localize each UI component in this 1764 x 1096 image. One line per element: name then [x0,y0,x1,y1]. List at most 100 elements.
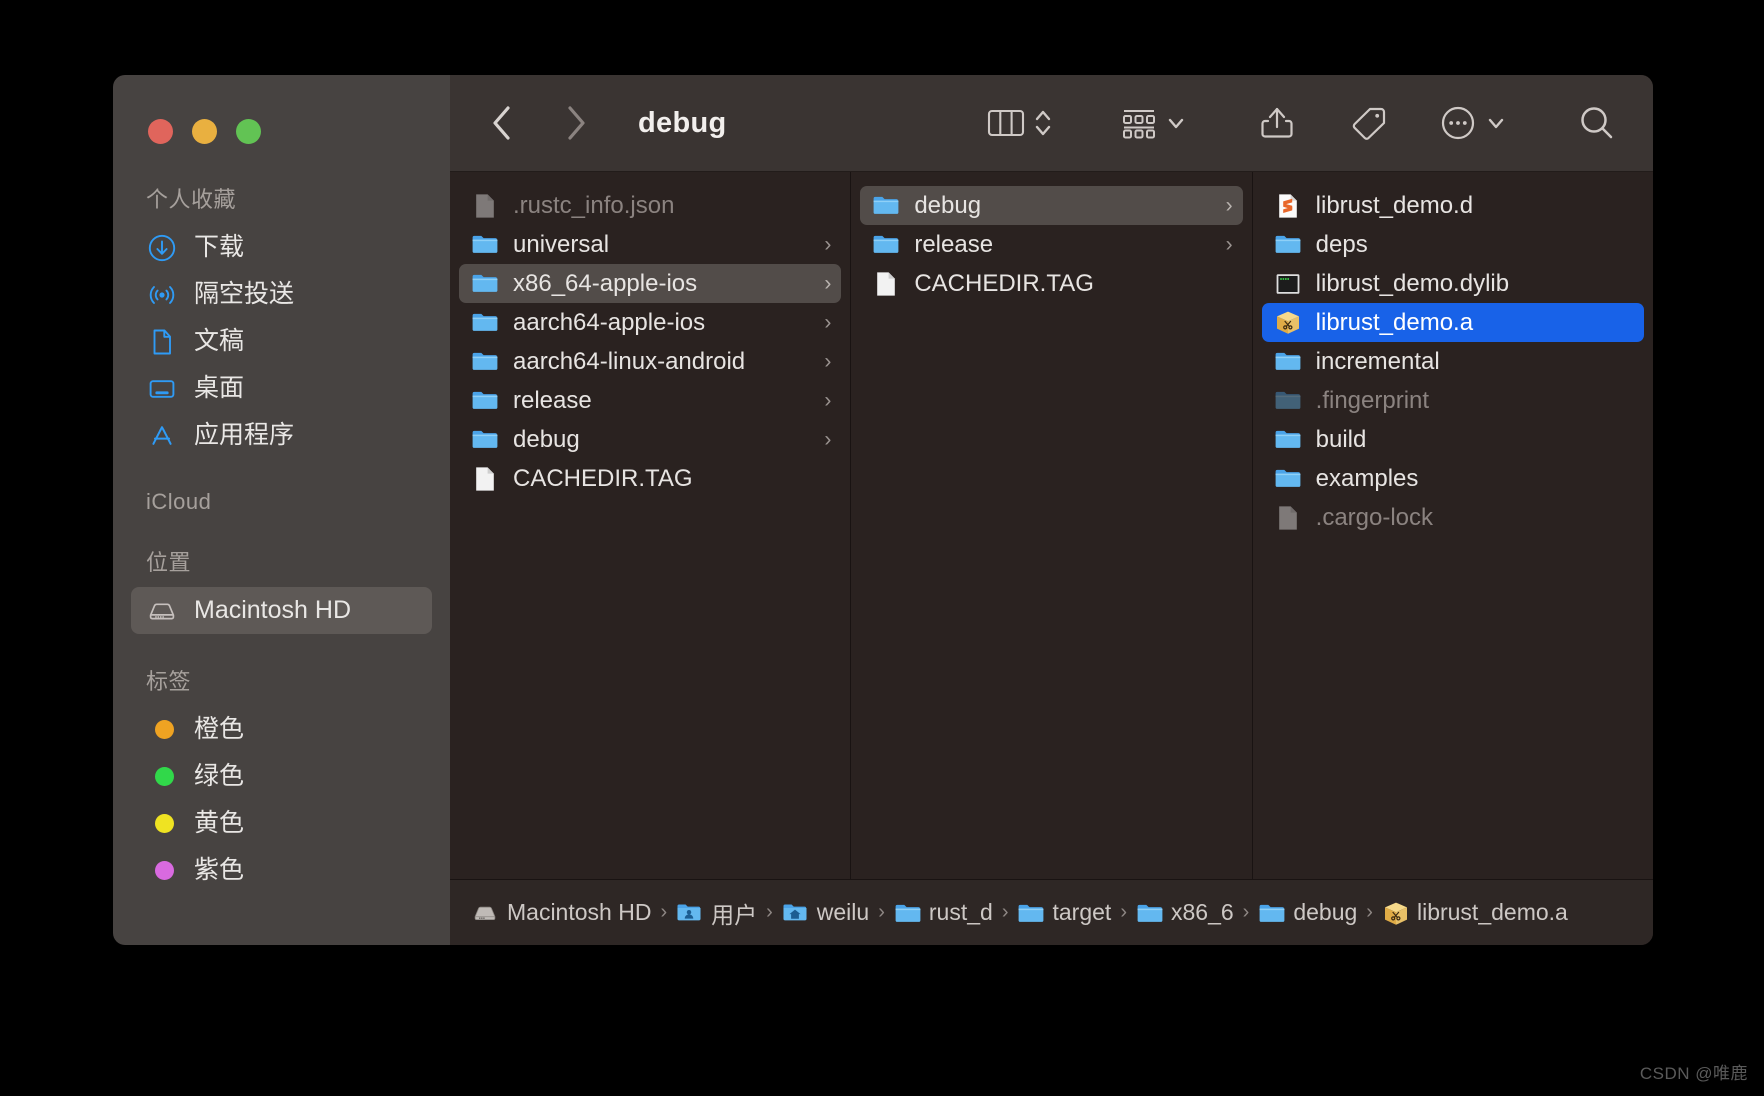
breadcrumb-item[interactable]: x86_6 [1136,899,1234,926]
sidebar-sections: 个人收藏 下载 隔空投送 文稿 桌面 应用程序 iCloud 位置 Macintosh HD 标签… [113,182,450,894]
breadcrumb-item[interactable]: rust_d [894,899,993,926]
file-row[interactable]: .rustc_info.json [459,186,841,225]
file-name: aarch64-linux-android [513,349,746,374]
file-name: .rustc_info.json [513,193,675,218]
breadcrumb-separator: › [766,901,773,923]
breadcrumb-item[interactable]: weilu [782,899,869,926]
sidebar-item-桌面[interactable]: 桌面 [131,365,432,412]
file-row[interactable]: release › [860,225,1242,264]
column-view-icon [987,109,1025,137]
file-icon [1274,504,1302,532]
file-name: deps [1315,232,1368,257]
breadcrumb-item[interactable]: librust_demo.a [1382,899,1568,926]
tag-button[interactable] [1347,101,1391,145]
breadcrumb-item[interactable]: 用户 [676,896,757,930]
sidebar-item-下载[interactable]: 下载 [131,224,432,271]
folder-icon [1258,900,1285,926]
sidebar-item-label: Macintosh HD [194,596,351,624]
file-icon [471,465,499,493]
file-row[interactable]: release › [459,381,841,420]
file-row[interactable]: librust_demo.d [1262,186,1644,225]
documents-icon [147,327,177,357]
sidebar-item-橙色[interactable]: 橙色 [131,706,432,753]
folder-icon [872,231,900,259]
terminal-file-icon [1274,270,1302,298]
file-row[interactable]: CACHEDIR.TAG [860,264,1242,303]
sidebar-item-黄色[interactable]: 黄色 [131,800,432,847]
group-by-icon [1123,110,1155,139]
file-name: aarch64-apple-ios [513,310,706,335]
folder-icon [471,426,499,454]
file-name: debug [914,193,982,218]
window-title: debug [638,106,727,139]
column-3: librust_demo.ddeps librust_demo.dyliblibr… [1253,172,1653,879]
sidebar-item-label: 下载 [194,233,245,261]
sidebar-item-紫色[interactable]: 紫色 [131,847,432,894]
file-row[interactable]: x86_64-apple-ios › [459,264,842,303]
breadcrumb-separator: › [1242,901,1250,923]
file-row[interactable]: debug › [459,420,841,459]
group-by-control[interactable] [1121,106,1187,140]
tag-dot [147,856,177,886]
sidebar-item-应用程序[interactable]: 应用程序 [131,412,432,459]
file-row[interactable]: aarch64-apple-ios › [459,303,841,342]
sidebar-item-隔空投送[interactable]: 隔空投送 [131,271,432,318]
sidebar-item-macintosh-hd[interactable]: Macintosh HD [131,587,432,634]
breadcrumb-item[interactable]: target [1017,899,1111,926]
file-row[interactable]: librust_demo.dylib [1262,264,1644,303]
chevron-right-icon: › [1225,193,1233,217]
breadcrumb-label: rust_d [928,899,993,925]
file-row[interactable]: universal › [459,225,841,264]
file-name: librust_demo.a [1315,310,1474,335]
breadcrumb-separator: › [878,901,885,923]
file-row[interactable]: build [1262,420,1644,459]
sidebar-item-label: 桌面 [194,374,245,402]
chevron-right-icon [568,106,585,140]
view-mode-control[interactable] [987,106,1053,140]
sidebar-item-label: 橙色 [194,715,245,743]
folder-icon [471,231,499,259]
breadcrumb-label: x86_6 [1170,899,1234,925]
forward-button[interactable] [554,101,598,145]
file-row[interactable]: .fingerprint [1262,381,1644,420]
file-row[interactable]: CACHEDIR.TAG [459,459,841,498]
file-row[interactable]: deps [1262,225,1644,264]
file-row[interactable]: debug › [860,186,1243,225]
airdrop-icon [147,280,177,310]
folder-icon [471,348,499,376]
sidebar-item-绿色[interactable]: 绿色 [131,753,432,800]
file-row[interactable]: aarch64-linux-android › [459,342,841,381]
path-bar: Macintosh HD › 用户 › weilu › rust_d › target › x86_… [450,879,1653,945]
sidebar: 个人收藏 下载 隔空投送 文稿 桌面 应用程序 iCloud 位置 Macintosh HD 标签… [113,75,450,945]
file-row[interactable]: examples [1262,459,1644,498]
file-row[interactable]: incremental [1262,342,1644,381]
sidebar-item-label: 应用程序 [194,421,295,449]
folder-icon [894,900,921,926]
window-controls [113,99,450,144]
breadcrumb-label: Macintosh HD [507,899,652,925]
chevron-right-icon: › [824,388,832,412]
navigation-buttons [480,101,598,145]
file-name: librust_demo.dylib [1315,271,1510,296]
minimize-button[interactable] [192,119,217,144]
search-button[interactable] [1575,101,1619,145]
zoom-button[interactable] [236,119,261,144]
sidebar-item-label: 黄色 [194,809,245,837]
share-button[interactable] [1255,101,1299,145]
close-button[interactable] [148,119,173,144]
chevron-left-icon [493,106,510,140]
breadcrumb-label: debug [1293,899,1358,925]
applications-icon [147,421,177,451]
more-actions-control[interactable] [1439,104,1507,142]
users-folder-icon [676,900,702,926]
breadcrumb-separator: › [1366,901,1373,923]
back-button[interactable] [480,101,524,145]
file-row[interactable]: librust_demo.a [1261,303,1644,342]
sidebar-item-label: 紫色 [194,856,245,884]
tag-dot [147,809,177,839]
breadcrumb-item[interactable]: debug [1258,899,1357,926]
file-name: build [1315,427,1367,452]
sidebar-item-文稿[interactable]: 文稿 [131,318,432,365]
file-row[interactable]: .cargo-lock [1262,498,1644,537]
breadcrumb-item[interactable]: Macintosh HD [472,899,651,926]
